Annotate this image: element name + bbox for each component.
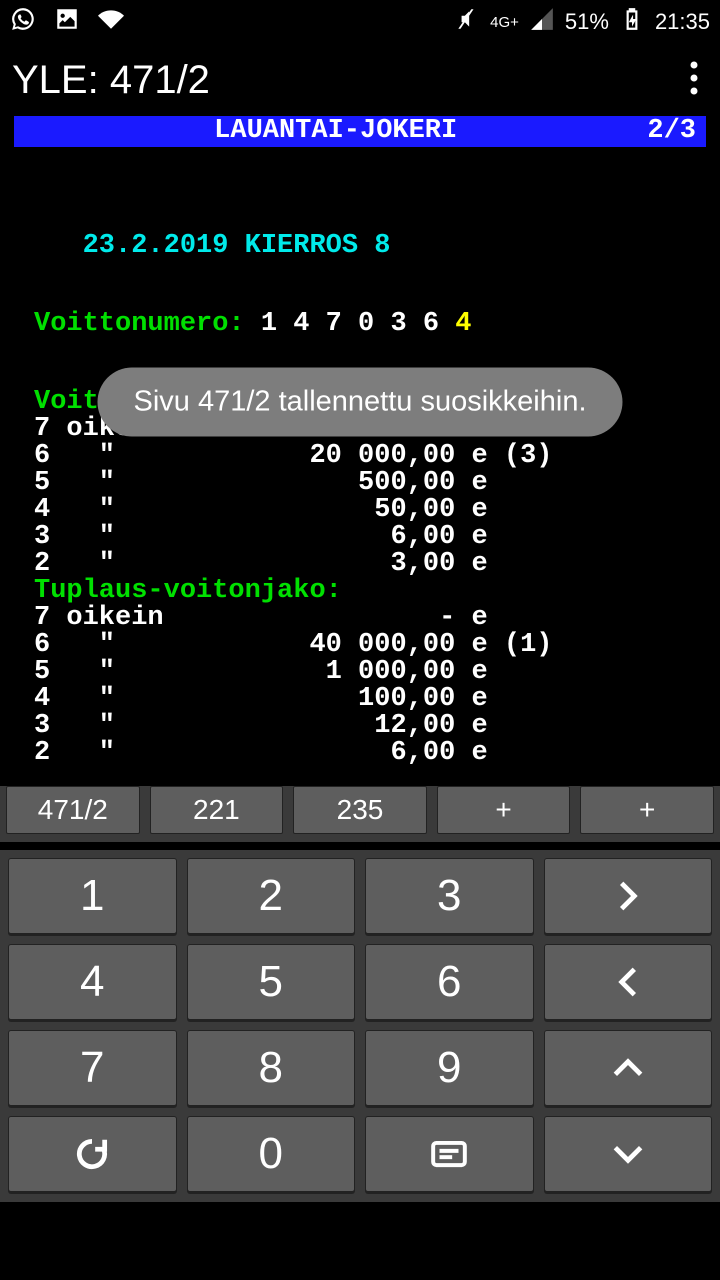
teletext-header-title: LAUANTAI-JOKERI xyxy=(24,118,647,145)
chevron-left-icon xyxy=(609,963,647,1001)
winnum-digits: 1 4 7 0 3 6 xyxy=(245,309,439,339)
battery-icon xyxy=(619,6,645,38)
key-subpage-up[interactable] xyxy=(544,1030,713,1106)
overflow-menu-button[interactable] xyxy=(680,51,708,110)
teletext-body: 23.2.2019 KIERROS 8 Voittonumero: 1 4 7 … xyxy=(14,147,706,794)
t-row: 3 " 12,00 e xyxy=(34,711,488,741)
signal-icon xyxy=(529,6,555,38)
clock: 21:35 xyxy=(655,9,710,35)
key-refresh[interactable] xyxy=(8,1116,177,1192)
key-next[interactable] xyxy=(544,858,713,934)
date-line: 23.2.2019 KIERROS 8 xyxy=(34,231,390,261)
list-icon xyxy=(430,1135,468,1173)
key-7[interactable]: 7 xyxy=(8,1030,177,1106)
favorite-add-button[interactable]: + xyxy=(580,786,714,834)
v-row: 6 " 20 000,00 e (3) xyxy=(34,441,552,471)
favorite-button-1[interactable]: 471/2 xyxy=(6,786,140,834)
v-row: 2 " 3,00 e xyxy=(34,549,488,579)
keypad: 1 2 3 4 5 6 7 8 9 0 xyxy=(0,850,720,1202)
v-row: 4 " 50,00 e xyxy=(34,495,488,525)
teletext-viewport[interactable]: LAUANTAI-JOKERI 2/3 23.2.2019 KIERROS 8 … xyxy=(0,116,720,854)
key-2[interactable]: 2 xyxy=(187,858,356,934)
v-row: 5 " 500,00 e xyxy=(34,468,488,498)
key-subpage-down[interactable] xyxy=(544,1116,713,1192)
key-3[interactable]: 3 xyxy=(365,858,534,934)
whatsapp-icon xyxy=(10,6,36,38)
key-list[interactable] xyxy=(365,1116,534,1192)
key-9[interactable]: 9 xyxy=(365,1030,534,1106)
battery-percent: 51% xyxy=(565,9,609,35)
key-5[interactable]: 5 xyxy=(187,944,356,1020)
key-prev[interactable] xyxy=(544,944,713,1020)
page-title: YLE: 471/2 xyxy=(12,58,210,103)
v-row: 3 " 6,00 e xyxy=(34,522,488,552)
network-type: 4G+ xyxy=(490,15,519,30)
chevron-up-icon xyxy=(609,1049,647,1087)
key-1[interactable]: 1 xyxy=(8,858,177,934)
favorites-bar: 471/2 221 235 + + xyxy=(0,786,720,842)
mute-icon xyxy=(454,6,480,38)
chevron-down-icon xyxy=(609,1135,647,1173)
t-row: 6 " 40 000,00 e (1) xyxy=(34,630,552,660)
favorite-add-button[interactable]: + xyxy=(437,786,571,834)
teletext-header-page: 2/3 xyxy=(647,118,696,145)
winnum-last: 4 xyxy=(439,309,471,339)
chevron-right-icon xyxy=(609,877,647,915)
image-icon xyxy=(54,6,80,38)
key-4[interactable]: 4 xyxy=(8,944,177,1020)
winnum-label: Voittonumero: xyxy=(34,309,245,339)
t-row: 7 oikein - e xyxy=(34,603,488,633)
tuplaus-label: Tuplaus-voitonjako: xyxy=(34,576,342,606)
t-row: 4 " 100,00 e xyxy=(34,684,488,714)
key-0[interactable]: 0 xyxy=(187,1116,356,1192)
key-6[interactable]: 6 xyxy=(365,944,534,1020)
app-bar: YLE: 471/2 xyxy=(0,44,720,116)
wifi-icon xyxy=(98,6,124,38)
key-8[interactable]: 8 xyxy=(187,1030,356,1106)
toast-message: Sivu 471/2 tallennettu suosikkeihin. xyxy=(97,368,622,437)
refresh-icon xyxy=(73,1135,111,1173)
t-row: 5 " 1 000,00 e xyxy=(34,657,488,687)
status-bar: 4G+ 51% 21:35 xyxy=(0,0,720,44)
favorite-button-3[interactable]: 235 xyxy=(293,786,427,834)
teletext-header: LAUANTAI-JOKERI 2/3 xyxy=(14,116,706,147)
t-row: 2 " 6,00 e xyxy=(34,738,488,768)
favorite-button-2[interactable]: 221 xyxy=(150,786,284,834)
